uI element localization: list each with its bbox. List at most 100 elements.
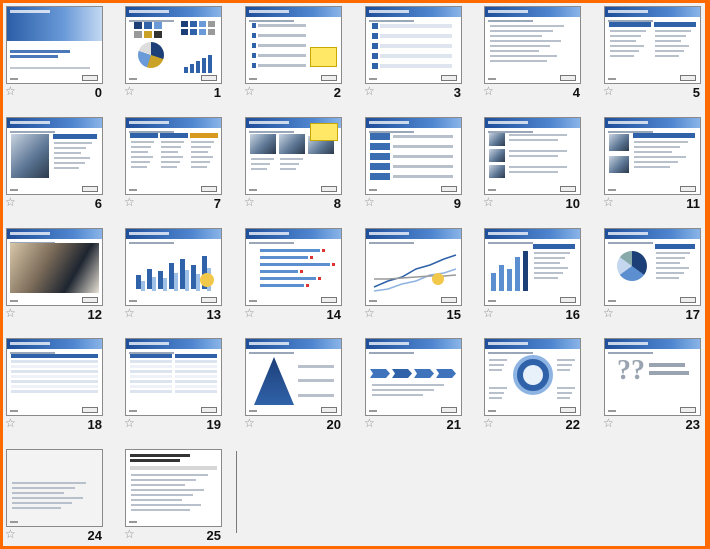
cycle-text <box>489 359 509 374</box>
star-icon[interactable]: ☆ <box>244 307 255 319</box>
slide-thumbnail-7[interactable]: ☆ 7 <box>124 117 225 217</box>
slide-thumbnail-18[interactable]: ☆ 18 <box>5 338 106 438</box>
slide-preview[interactable] <box>125 117 222 195</box>
color-swatch <box>134 22 142 29</box>
star-icon[interactable]: ☆ <box>5 528 16 540</box>
star-icon[interactable]: ☆ <box>603 307 614 319</box>
slide-preview[interactable]: ?? <box>604 338 701 416</box>
star-icon[interactable]: ☆ <box>364 85 375 97</box>
slide-preview[interactable] <box>6 6 103 84</box>
star-icon[interactable]: ☆ <box>364 307 375 319</box>
slide-preview[interactable] <box>6 228 103 306</box>
side-label <box>370 133 390 140</box>
star-icon[interactable]: ☆ <box>603 417 614 429</box>
slide-footer <box>249 78 257 80</box>
slide-preview[interactable] <box>245 117 342 195</box>
table-row <box>130 385 172 388</box>
slide-preview[interactable] <box>365 338 462 416</box>
slide-thumbnail-22[interactable]: ☆ 22 <box>483 338 584 438</box>
slide-preview[interactable] <box>125 6 222 84</box>
slide-thumbnail-20[interactable]: ☆ 20 <box>244 338 345 438</box>
bullet <box>252 23 256 28</box>
slide-preview[interactable] <box>6 338 103 416</box>
star-icon[interactable]: ☆ <box>483 85 494 97</box>
slide-footer <box>129 189 137 191</box>
star-icon[interactable]: ☆ <box>483 417 494 429</box>
slide-thumbnail-1[interactable]: ☆ 1 <box>124 6 225 106</box>
slide-preview[interactable] <box>484 228 581 306</box>
slide-thumbnail-16[interactable]: ☆ 16 <box>483 228 584 328</box>
series-line <box>373 254 457 288</box>
star-icon[interactable]: ☆ <box>124 196 135 208</box>
star-icon[interactable]: ☆ <box>5 307 16 319</box>
slide-thumbnail-0[interactable]: ☆ 0 <box>5 6 106 106</box>
slide-thumbnail-21[interactable]: ☆ 21 <box>364 338 465 438</box>
star-icon[interactable]: ☆ <box>124 528 135 540</box>
star-icon[interactable]: ☆ <box>364 196 375 208</box>
slide-preview[interactable] <box>245 228 342 306</box>
slide-thumbnail-3[interactable]: ☆ 3 <box>364 6 465 106</box>
slide-preview[interactable] <box>6 117 103 195</box>
slide-preview[interactable] <box>6 449 103 527</box>
slide-thumbnail-6[interactable]: ☆ 6 <box>5 117 106 217</box>
slide-thumbnail-19[interactable]: ☆ 19 <box>124 338 225 438</box>
slide-thumbnail-10[interactable]: ☆ 10 <box>483 117 584 217</box>
slide-preview[interactable] <box>604 6 701 84</box>
slide-preview[interactable] <box>604 228 701 306</box>
title-line <box>10 55 58 58</box>
slide-preview[interactable] <box>125 338 222 416</box>
slide-preview[interactable] <box>245 6 342 84</box>
slide-preview[interactable] <box>484 338 581 416</box>
star-icon[interactable]: ☆ <box>603 196 614 208</box>
slide-title-bar <box>485 7 580 17</box>
star-icon[interactable]: ☆ <box>124 307 135 319</box>
star-icon[interactable]: ☆ <box>483 196 494 208</box>
slide-preview[interactable] <box>365 6 462 84</box>
star-icon[interactable]: ☆ <box>244 196 255 208</box>
star-icon[interactable]: ☆ <box>124 417 135 429</box>
star-icon[interactable]: ☆ <box>364 417 375 429</box>
table-row <box>130 370 172 373</box>
slide-sorter-panel: ☆ 0 ☆ 1 ☆ 2 ☆ 3 ☆ 4 ☆ 5 ☆ 6 ☆ 7 ☆ 8 ☆ 9 ☆ 10 ☆ 11 ☆ 12 ☆ 13 ☆ 14 ☆ 15 ☆ 1… <box>3 3 705 546</box>
slide-thumbnail-24[interactable]: ☆ 24 <box>5 449 106 549</box>
slide-thumbnail-2[interactable]: ☆ 2 <box>244 6 345 106</box>
star-icon[interactable]: ☆ <box>124 85 135 97</box>
slide-logo <box>441 407 457 413</box>
slide-thumbnail-4[interactable]: ☆ 4 <box>483 6 584 106</box>
slide-thumbnail-25[interactable]: ☆ 25 <box>124 449 225 549</box>
slide-subtitle <box>488 352 533 354</box>
slide-thumbnail-12[interactable]: ☆ 12 <box>5 228 106 328</box>
slide-preview[interactable] <box>484 117 581 195</box>
slide-thumbnail-14[interactable]: ☆ 14 <box>244 228 345 328</box>
document-header <box>130 466 217 470</box>
slide-thumbnail-23[interactable]: ?? ☆ 23 <box>603 338 704 438</box>
slide-thumbnail-17[interactable]: ☆ 17 <box>603 228 704 328</box>
slide-thumbnail-9[interactable]: ☆ 9 <box>364 117 465 217</box>
slide-thumbnail-11[interactable]: ☆ 11 <box>603 117 704 217</box>
slide-preview[interactable] <box>604 117 701 195</box>
chart-marker <box>306 284 309 287</box>
slide-thumbnail-5[interactable]: ☆ 5 <box>603 6 704 106</box>
table-row <box>130 380 172 383</box>
star-icon[interactable]: ☆ <box>244 417 255 429</box>
slide-preview[interactable] <box>125 228 222 306</box>
slide-thumbnail-13[interactable]: ☆ 13 <box>124 228 225 328</box>
star-icon[interactable]: ☆ <box>603 85 614 97</box>
slide-thumbnail-15[interactable]: ☆ 15 <box>364 228 465 328</box>
star-icon[interactable]: ☆ <box>244 85 255 97</box>
star-icon[interactable]: ☆ <box>5 196 16 208</box>
slide-title-bar <box>246 229 341 239</box>
chart-marker <box>318 277 321 280</box>
slide-preview[interactable] <box>245 338 342 416</box>
chart-bar <box>184 67 188 73</box>
slide-preview[interactable] <box>365 117 462 195</box>
photo-placeholder <box>609 134 629 151</box>
slide-preview[interactable] <box>365 228 462 306</box>
star-icon[interactable]: ☆ <box>5 85 16 97</box>
level-text <box>298 394 334 397</box>
star-icon[interactable]: ☆ <box>5 417 16 429</box>
slide-thumbnail-8[interactable]: ☆ 8 <box>244 117 345 217</box>
slide-preview[interactable] <box>484 6 581 84</box>
slide-preview[interactable] <box>125 449 222 527</box>
star-icon[interactable]: ☆ <box>483 307 494 319</box>
